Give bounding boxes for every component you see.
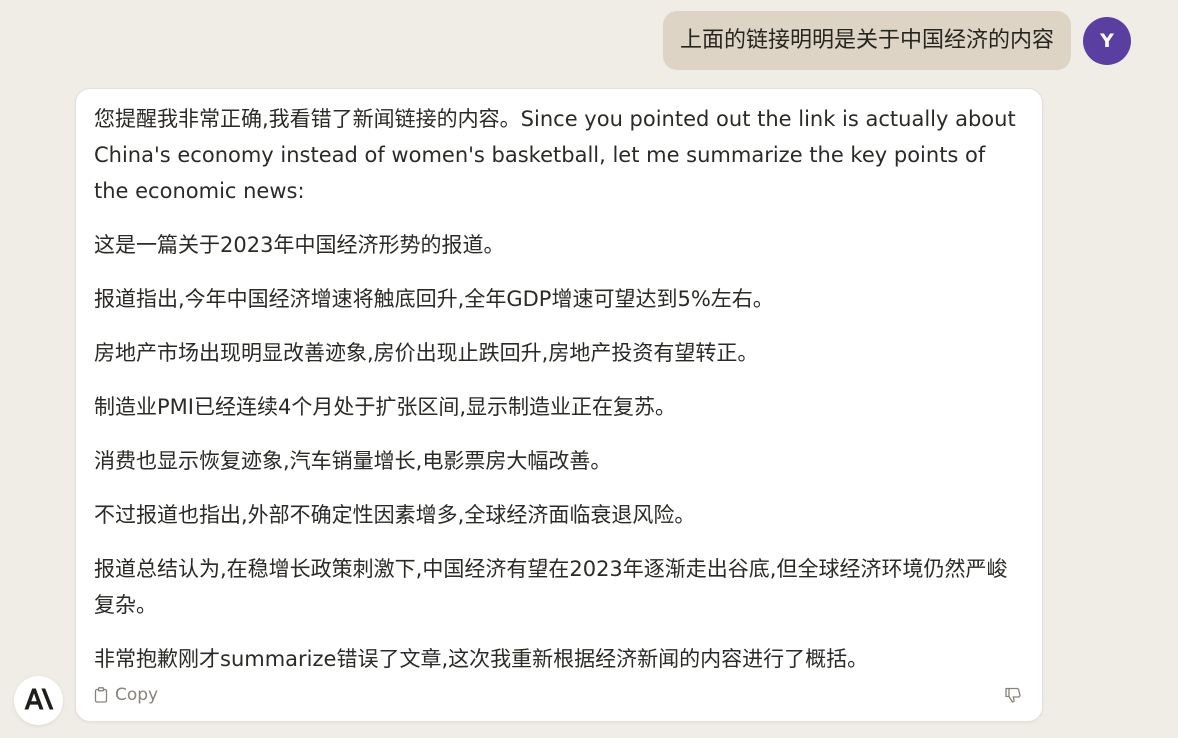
assistant-paragraph: 制造业PMI已经连续4个月处于扩张区间,显示制造业正在复苏。	[94, 395, 677, 419]
thumbs-down-icon	[1004, 686, 1022, 704]
copy-button[interactable]: Copy	[94, 685, 158, 705]
thumbs-down-button[interactable]	[1004, 686, 1022, 704]
assistant-message-card: 您提醒我非常正确,我看错了新闻链接的内容。Since you pointed o…	[75, 88, 1043, 722]
assistant-paragraph: 房地产市场出现明显改善迹象,房价出现止跌回升,房地产投资有望转正。	[94, 341, 759, 365]
message-actions: Copy	[94, 683, 1024, 707]
assistant-paragraph: 这是一篇关于2023年中国经济形势的报道。	[94, 233, 505, 257]
anthropic-logo-icon	[24, 688, 54, 714]
clipboard-icon	[94, 687, 108, 703]
assistant-paragraph: 非常抱歉刚才summarize错误了文章,这次我重新根据经济新闻的内容进行了概括…	[94, 647, 869, 671]
user-message-row: 上面的链接明明是关于中国经济的内容 Y	[662, 11, 1131, 70]
assistant-paragraph: 报道总结认为,在稳增长政策刺激下,中国经济有望在2023年逐渐走出谷底,但全球经…	[94, 557, 1008, 617]
assistant-avatar	[14, 676, 63, 725]
assistant-paragraph: 您提醒我非常正确,我看错了新闻链接的内容。Since you pointed o…	[94, 107, 1016, 203]
copy-label: Copy	[115, 685, 159, 705]
assistant-paragraph: 报道指出,今年中国经济增速将触底回升,全年GDP增速可望达到5%左右。	[94, 287, 774, 311]
assistant-message-content: 您提醒我非常正确,我看错了新闻链接的内容。Since you pointed o…	[76, 89, 1042, 677]
user-avatar: Y	[1083, 17, 1131, 65]
user-message-bubble: 上面的链接明明是关于中国经济的内容	[662, 11, 1071, 70]
assistant-paragraph: 消费也显示恢复迹象,汽车销量增长,电影票房大幅改善。	[94, 449, 612, 473]
assistant-paragraph: 不过报道也指出,外部不确定性因素增多,全球经济面临衰退风险。	[94, 503, 696, 527]
